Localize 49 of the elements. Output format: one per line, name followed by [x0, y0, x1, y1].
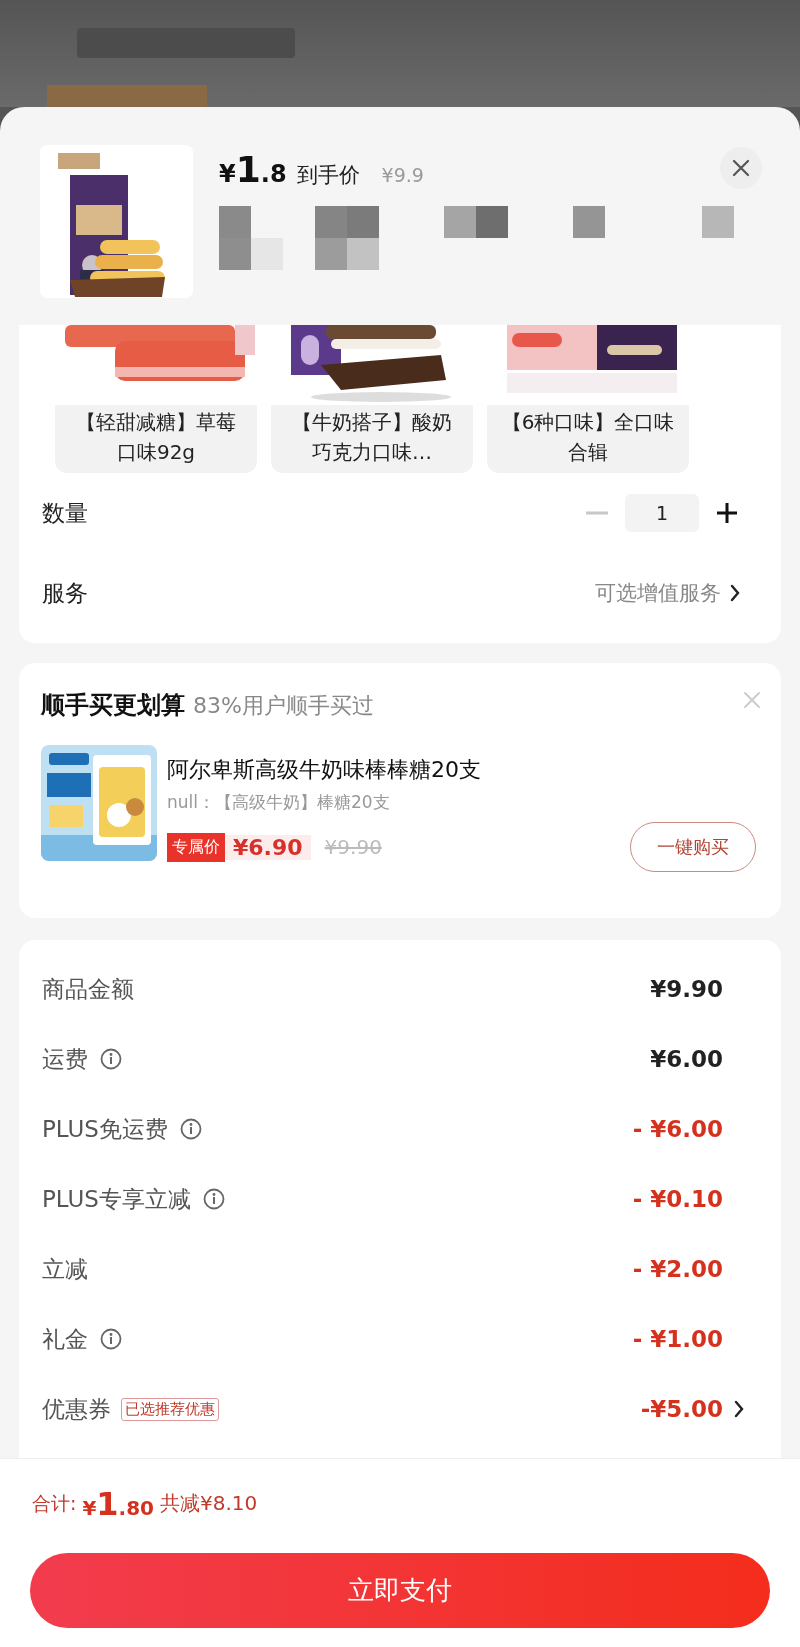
buy-now-button[interactable]: 一键购买 — [630, 822, 756, 872]
quantity-field[interactable]: 1 — [625, 494, 699, 532]
variant-option[interactable]: 【6种口味】全口味合辑 — [487, 325, 689, 473]
fee-label: 礼金 — [42, 1324, 88, 1354]
plus-icon — [716, 502, 738, 524]
close-icon — [732, 159, 750, 177]
fee-amount: ¥6.00 — [650, 1046, 723, 1072]
fee-amount: ¥9.90 — [650, 976, 723, 1002]
variant-option[interactable]: 【牛奶搭子】酸奶巧克力口味… — [271, 325, 473, 473]
variant-option[interactable]: 【轻甜减糖】草莓口味92g — [55, 325, 257, 473]
service-label: 服务 — [42, 578, 88, 608]
fee-amount: - ¥2.00 — [632, 1256, 723, 1282]
coupon-tag: 已选推荐优惠 — [121, 1397, 219, 1421]
fee-label: 立减 — [42, 1254, 88, 1284]
info-icon[interactable] — [100, 1048, 122, 1070]
exclusive-price: ¥6.90 — [225, 834, 311, 860]
fee-label: PLUS免运费 — [42, 1114, 168, 1144]
addon-subtitle: 83%用户顺手买过 — [193, 692, 374, 720]
variant-label: 【6种口味】全口味合辑 — [500, 409, 676, 466]
original-price: ¥9.90 — [324, 835, 382, 859]
info-icon[interactable] — [203, 1188, 225, 1210]
fee-amount: - ¥0.10 — [632, 1186, 723, 1212]
pay-now-button[interactable]: 立即支付 — [30, 1553, 770, 1628]
quantity-label: 数量 — [42, 498, 88, 528]
fee-amount: -¥5.00 — [640, 1396, 723, 1422]
close-button[interactable] — [720, 147, 762, 189]
fee-label: 优惠券 — [42, 1394, 111, 1424]
minus-icon — [586, 511, 608, 515]
info-icon[interactable] — [100, 1328, 122, 1350]
product-name: 阿尔卑斯高级牛奶味棒棒糖20支 — [167, 756, 482, 784]
total-label: 合计: — [32, 1490, 77, 1516]
service-link[interactable]: 可选增值服务 — [595, 579, 721, 607]
price-label: 到手价 — [296, 162, 360, 189]
fee-label: 商品金额 — [42, 974, 134, 1004]
fee-label: 运费 — [42, 1044, 88, 1074]
product-spec: null：【高级牛奶】棒糖20支 — [167, 791, 391, 814]
total-price: ¥1.80 — [82, 1484, 155, 1523]
variant-label: 【轻甜减糖】草莓口味92g — [75, 409, 237, 466]
original-price: ¥9.9 — [381, 164, 424, 186]
price-tag: 专属价 — [167, 832, 225, 862]
fee-amount: - ¥1.00 — [632, 1326, 723, 1352]
variant-label: 【牛奶搭子】酸奶巧克力口味… — [291, 409, 453, 466]
price-text: ¥1.8 — [219, 149, 287, 190]
chevron-icon — [729, 583, 741, 603]
saved-amount: 共减¥8.10 — [160, 1490, 258, 1517]
addon-title: 顺手买更划算 — [41, 690, 185, 721]
info-icon[interactable] — [180, 1118, 202, 1140]
fee-amount: - ¥6.00 — [632, 1116, 723, 1142]
fee-label: PLUS专享立减 — [42, 1184, 191, 1214]
